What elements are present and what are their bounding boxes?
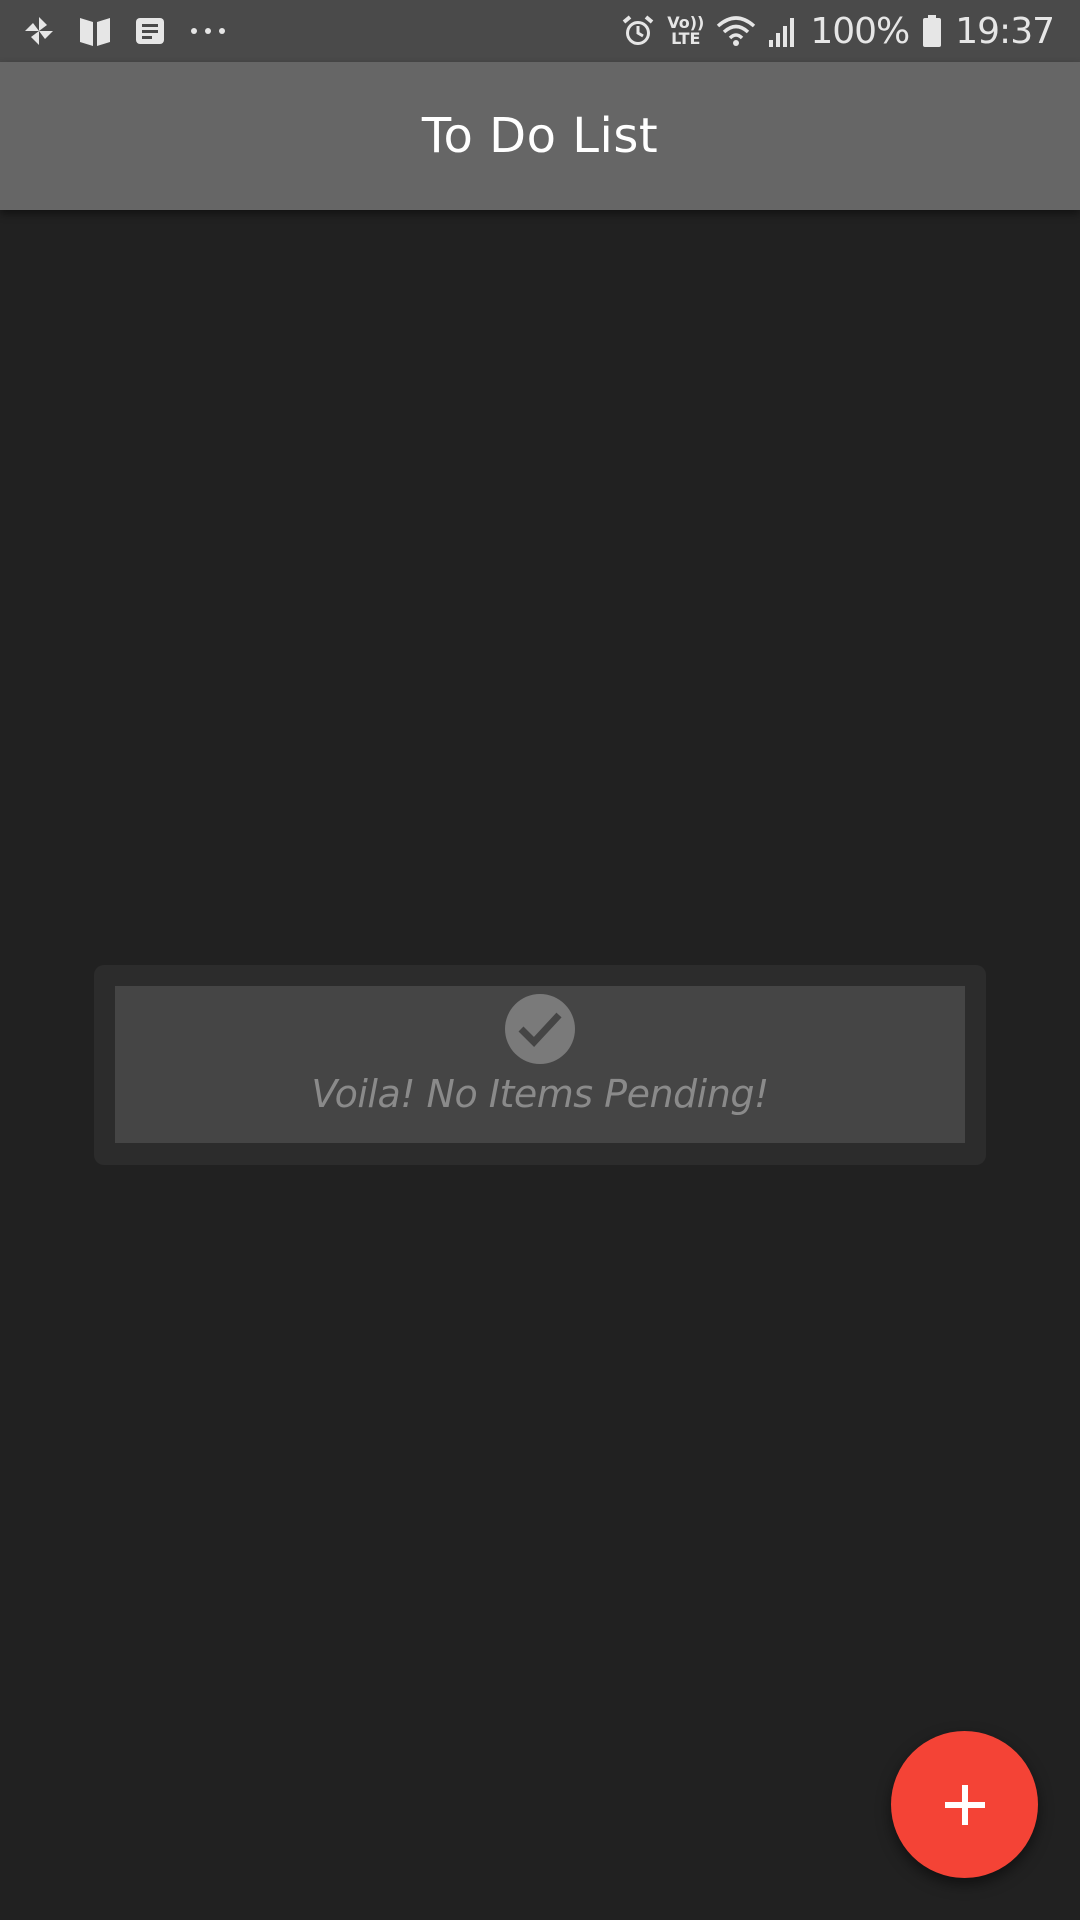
signal-icon	[768, 14, 798, 48]
empty-state-panel: Voila! No Items Pending!	[115, 986, 965, 1143]
status-right-icons: Vo)) LTE 100% 19:37	[621, 8, 1055, 54]
more-dots-icon	[188, 25, 228, 37]
book-icon	[78, 14, 112, 48]
battery-icon	[921, 14, 943, 48]
status-bar: Vo)) LTE 100% 19:37	[0, 0, 1080, 62]
plus-icon	[943, 1783, 987, 1827]
add-item-button[interactable]	[891, 1731, 1038, 1878]
check-circle-icon	[505, 994, 575, 1064]
volte-bottom-label: LTE	[671, 29, 701, 48]
alarm-icon	[621, 14, 655, 48]
status-left-icons	[22, 10, 228, 52]
status-time: 19:37	[955, 10, 1055, 52]
screen: Vo)) LTE 100% 19:37 To Do List Voila! No…	[0, 0, 1080, 1920]
news-icon	[134, 15, 166, 47]
pinwheel-icon	[22, 14, 56, 48]
volte-icon: Vo)) LTE	[667, 15, 704, 47]
wifi-icon	[716, 14, 756, 48]
battery-percent: 100%	[810, 10, 910, 52]
page-title: To Do List	[421, 108, 659, 164]
app-bar: To Do List	[0, 62, 1080, 210]
empty-state-message: Voila! No Items Pending!	[311, 1072, 769, 1116]
